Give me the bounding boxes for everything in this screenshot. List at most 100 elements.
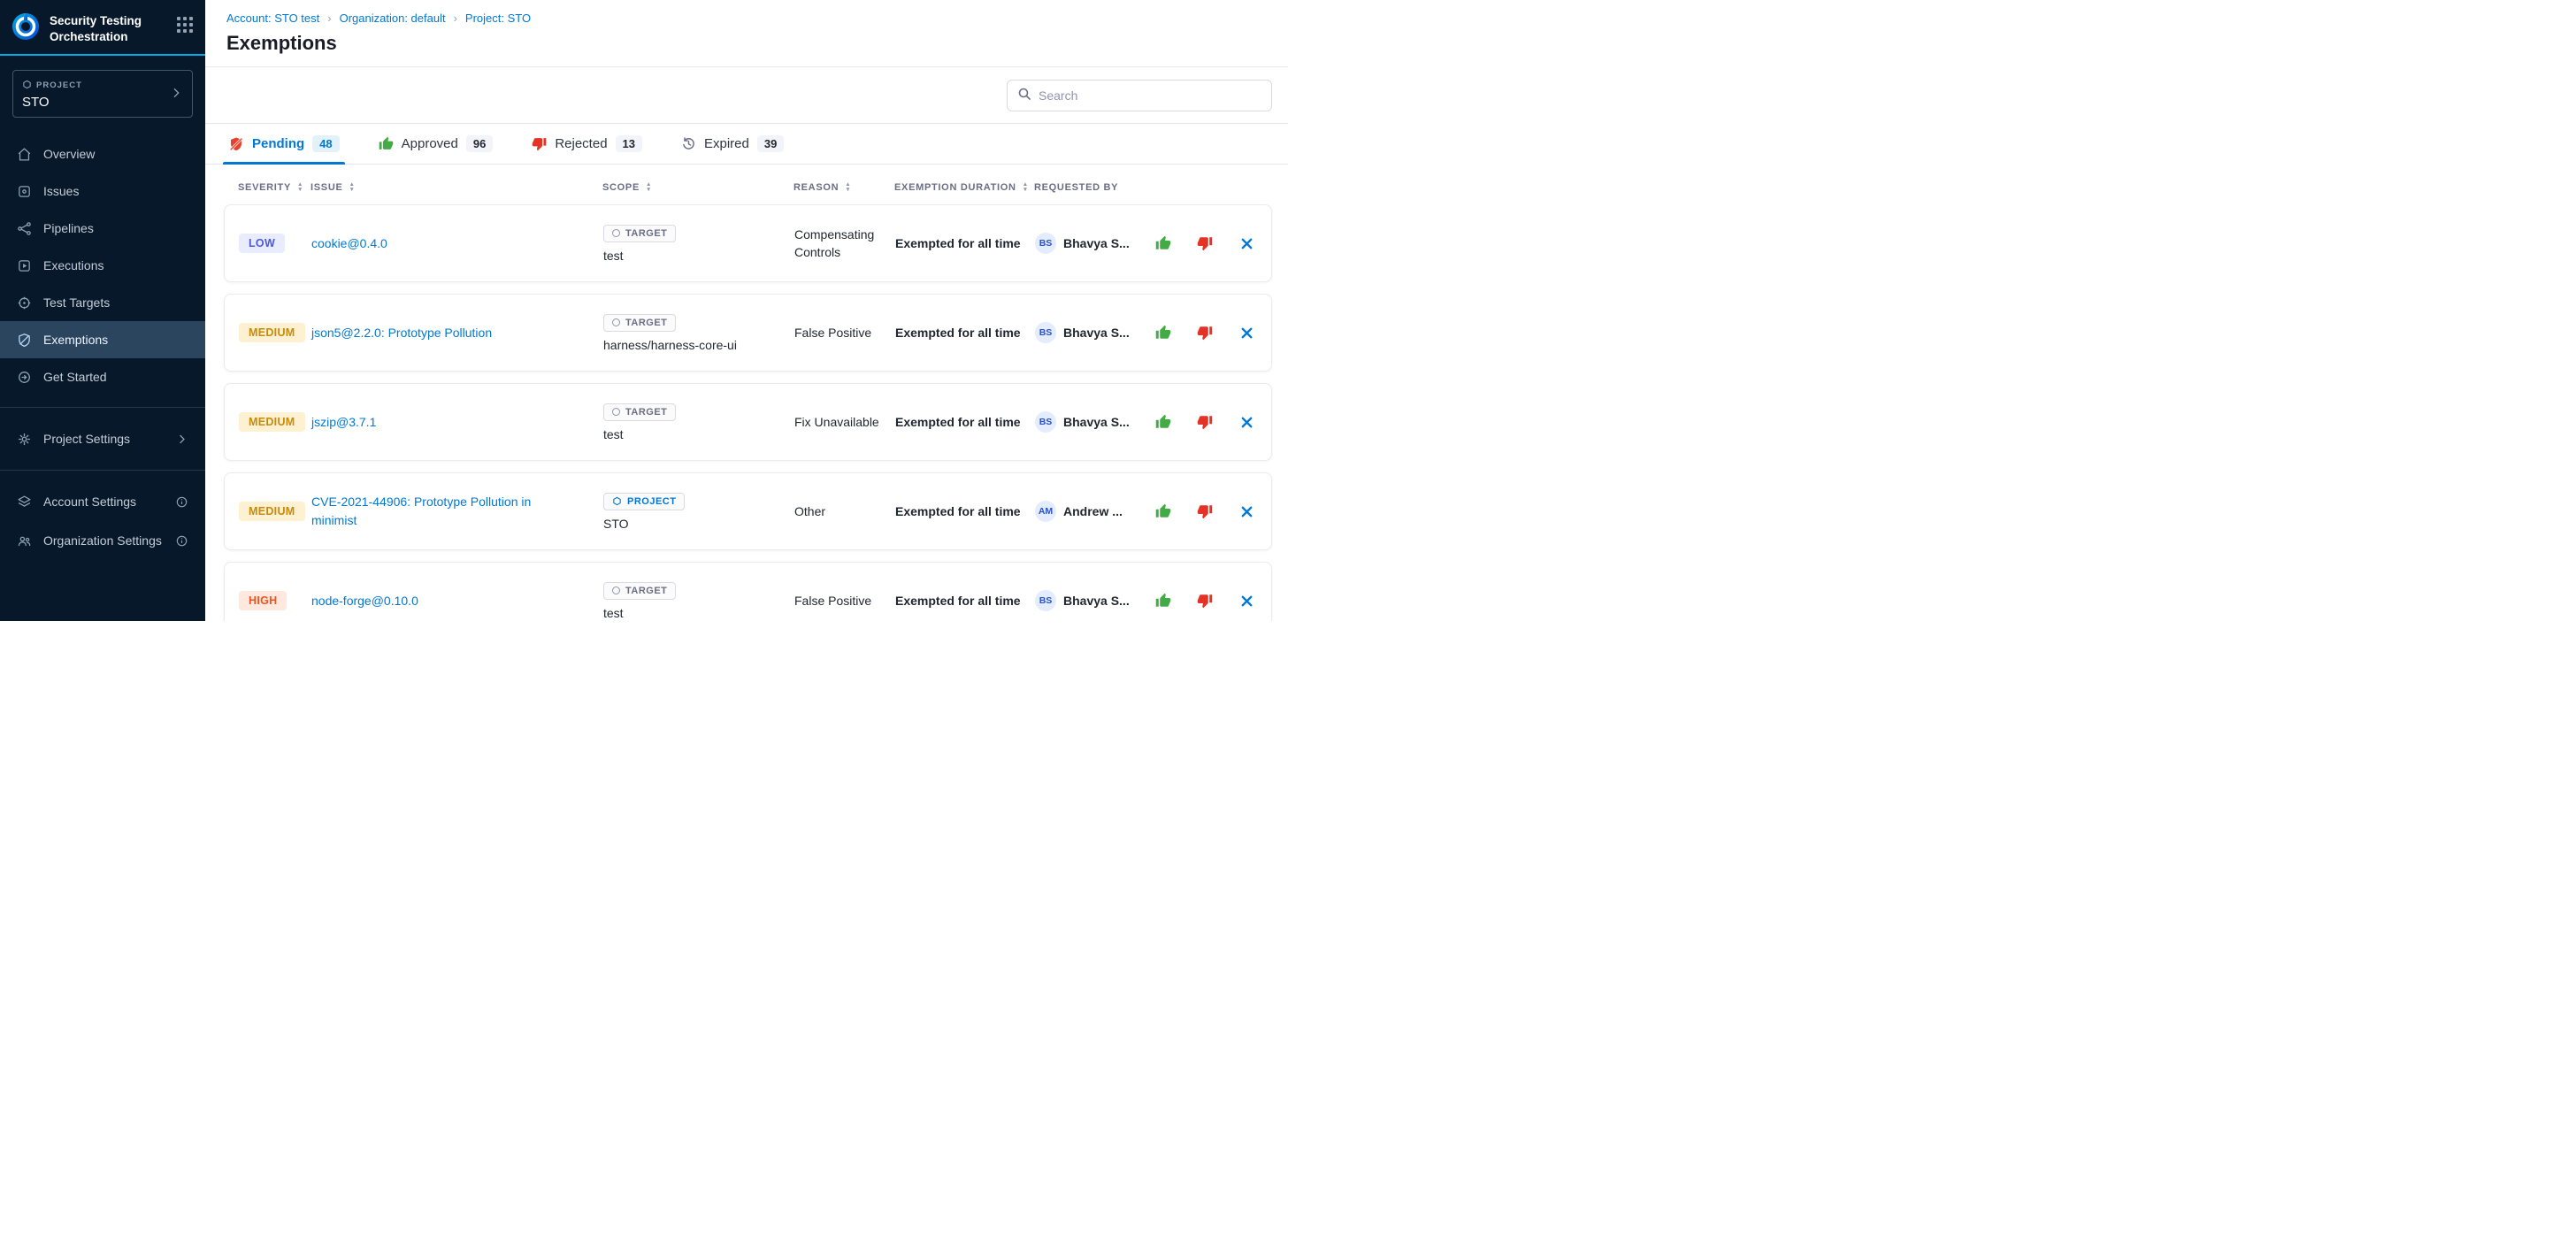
approve-button[interactable]: [1154, 234, 1173, 253]
project-label: PROJECT: [36, 80, 82, 90]
reject-button[interactable]: [1195, 502, 1215, 521]
thumbs-up-icon: [379, 136, 394, 151]
people-icon: [17, 533, 32, 548]
close-icon: [1240, 326, 1254, 340]
cancel-button[interactable]: [1237, 502, 1256, 521]
exemptions-table: SEVERITY▲▼ ISSUE▲▼ SCOPE▲▼ REASON▲▼ EXEM…: [205, 165, 1288, 621]
sidebar-item-test-targets[interactable]: Test Targets: [0, 284, 205, 321]
sidebar-item-pipelines[interactable]: Pipelines: [0, 210, 205, 247]
sidebar-item-account-settings[interactable]: Account Settings: [0, 482, 205, 521]
scope-target-badge: TARGET: [603, 582, 676, 600]
thumbs-up-icon: [1155, 414, 1171, 430]
issues-icon: [17, 184, 32, 199]
scope-target-badge: TARGET: [603, 314, 676, 332]
thumbs-down-icon: [1197, 235, 1213, 251]
sidebar-item-project-settings[interactable]: Project Settings: [0, 419, 205, 458]
exemption-row: MEDIUM CVE-2021-44906: Prototype Polluti…: [224, 472, 1272, 550]
tab-approved[interactable]: Approved 96: [379, 124, 494, 164]
reject-button[interactable]: [1195, 323, 1215, 342]
cancel-button[interactable]: [1237, 591, 1256, 610]
target-ring-icon: [612, 586, 620, 594]
issue-link[interactable]: jszip@3.7.1: [311, 413, 401, 432]
reject-button[interactable]: [1195, 412, 1215, 432]
severity-badge: HIGH: [239, 591, 287, 610]
tab-expired[interactable]: Expired 39: [681, 124, 784, 164]
app-title: Security Testing Orchestration: [50, 12, 149, 44]
reason-cell: Fix Unavailable: [794, 413, 895, 431]
column-header-exemption-duration[interactable]: EXEMPTION DURATION▲▼: [894, 182, 1034, 193]
pending-count-badge: 48: [312, 135, 339, 152]
chevron-right-icon: [175, 433, 188, 446]
cancel-button[interactable]: [1237, 412, 1256, 432]
tab-pending[interactable]: Pending 48: [228, 124, 340, 164]
column-header-reason[interactable]: REASON▲▼: [794, 182, 894, 193]
sidebar-item-exemptions[interactable]: Exemptions: [0, 321, 205, 358]
scope-cell: TARGET harness/harness-core-ui: [603, 314, 794, 352]
breadcrumb-project-link[interactable]: Project: STO: [465, 12, 531, 25]
sidebar-item-organization-settings[interactable]: Organization Settings: [0, 521, 205, 560]
avatar: BS: [1035, 411, 1056, 433]
requester-name: Bhavya S...: [1063, 594, 1130, 608]
actions-cell: [1145, 412, 1259, 432]
sidebar-item-executions[interactable]: Executions: [0, 247, 205, 284]
reason-cell: Other: [794, 502, 895, 520]
reason-cell: Compensating Controls: [794, 226, 895, 262]
sidebar-item-issues[interactable]: Issues: [0, 172, 205, 210]
scope-value: test: [603, 606, 794, 620]
requester-name: Andrew ...: [1063, 504, 1123, 518]
actions-cell: [1145, 502, 1259, 521]
breadcrumb: Account: STO test › Organization: defaul…: [226, 12, 1270, 25]
cancel-button[interactable]: [1237, 234, 1256, 253]
close-icon: [1240, 505, 1254, 518]
breadcrumb-separator: ›: [446, 12, 465, 25]
avatar: AM: [1035, 501, 1056, 522]
thumbs-down-icon: [1197, 414, 1213, 430]
tab-rejected[interactable]: Rejected 13: [532, 124, 642, 164]
shield-slash-icon: [228, 136, 244, 152]
approve-button[interactable]: [1154, 323, 1173, 342]
project-cube-icon: [612, 496, 622, 506]
duration-cell: Exempted for all time: [895, 326, 1035, 340]
avatar: BS: [1035, 322, 1056, 343]
avatar: BS: [1035, 590, 1056, 611]
actions-cell: [1145, 323, 1259, 342]
requested-by-cell: BS Bhavya S...: [1035, 411, 1145, 433]
duration-cell: Exempted for all time: [895, 504, 1035, 518]
target-ring-icon: [612, 229, 620, 237]
column-header-issue[interactable]: ISSUE▲▼: [310, 182, 602, 193]
breadcrumb-organization-link[interactable]: Organization: default: [340, 12, 446, 25]
scope-project-badge: PROJECT: [603, 493, 685, 510]
scope-cell: TARGET test: [603, 582, 794, 620]
reject-button[interactable]: [1195, 591, 1215, 610]
breadcrumb-account-link[interactable]: Account: STO test: [226, 12, 319, 25]
requested-by-cell: BS Bhavya S...: [1035, 590, 1145, 611]
target-ring-icon: [612, 318, 620, 326]
chevron-right-icon: [169, 86, 183, 103]
divider: [0, 407, 205, 408]
sidebar-item-get-started[interactable]: Get Started: [0, 358, 205, 395]
requester-name: Bhavya S...: [1063, 326, 1130, 340]
approve-button[interactable]: [1154, 502, 1173, 521]
issue-link[interactable]: json5@2.2.0: Prototype Pollution: [311, 324, 517, 342]
issue-link[interactable]: cookie@0.4.0: [311, 234, 412, 253]
scope-cell: TARGET test: [603, 225, 794, 263]
page-header: Account: STO test › Organization: defaul…: [205, 0, 1288, 67]
approve-button[interactable]: [1154, 412, 1173, 432]
issue-link[interactable]: CVE-2021-44906: Prototype Pollution in m…: [311, 493, 603, 530]
project-selector[interactable]: PROJECT STO: [12, 70, 193, 118]
approve-button[interactable]: [1154, 591, 1173, 610]
thumbs-down-icon: [1197, 593, 1213, 609]
search-input[interactable]: [1039, 88, 1261, 103]
issue-link[interactable]: node-forge@0.10.0: [311, 592, 443, 610]
app-switcher-grid-icon[interactable]: [177, 17, 193, 33]
column-header-severity[interactable]: SEVERITY▲▼: [238, 182, 310, 193]
reject-button[interactable]: [1195, 234, 1215, 253]
column-header-scope[interactable]: SCOPE▲▼: [602, 182, 794, 193]
reason-cell: False Positive: [794, 324, 895, 341]
executions-icon: [17, 258, 32, 273]
gear-icon: [17, 432, 32, 447]
sidebar-item-overview[interactable]: Overview: [0, 135, 205, 172]
sort-icon: ▲▼: [297, 182, 303, 193]
table-header-row: SEVERITY▲▼ ISSUE▲▼ SCOPE▲▼ REASON▲▼ EXEM…: [224, 168, 1272, 204]
cancel-button[interactable]: [1237, 323, 1256, 342]
